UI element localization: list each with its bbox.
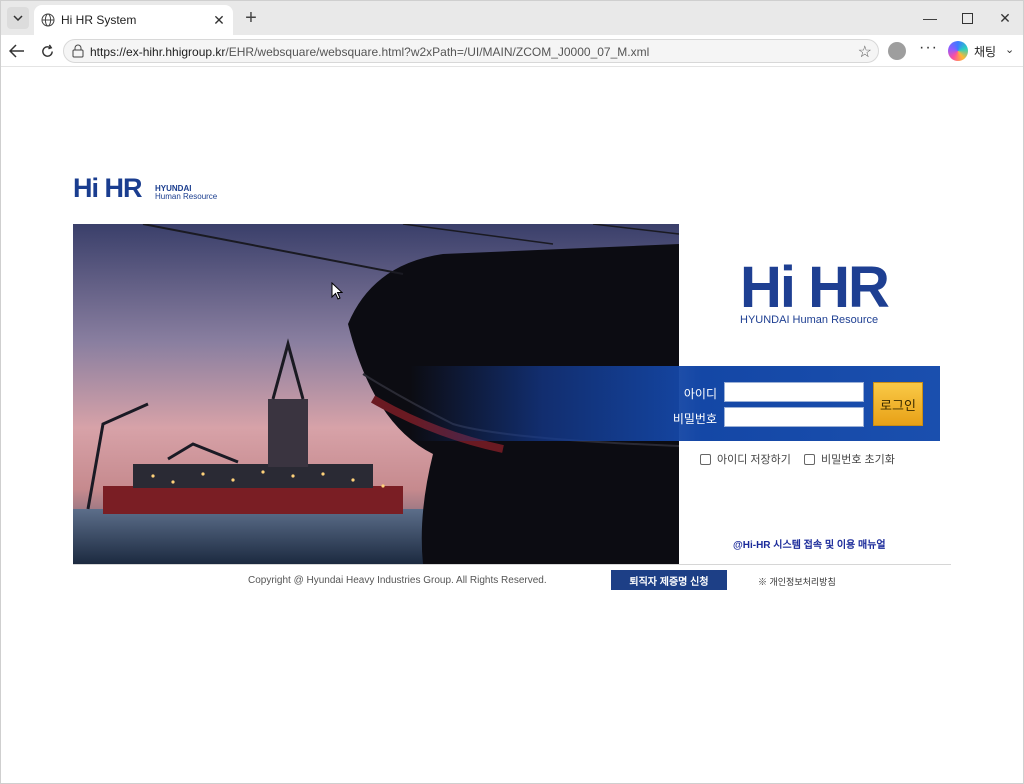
id-label: 아이디 [683, 387, 717, 401]
browser-window: Hi HR System ✕ + — ✕ https://ex-hihr.hhi… [0, 0, 1024, 784]
copilot-icon [948, 41, 968, 61]
header-logo: Hi HR HYUNDAI Human Resource [73, 175, 233, 203]
navigation-bar: https://ex-hihr.hhigroup.kr/EHR/websquar… [1, 35, 1023, 67]
address-bar[interactable]: https://ex-hihr.hhigroup.kr/EHR/websquar… [63, 39, 879, 63]
maximize-button[interactable] [956, 7, 978, 29]
logo-mark: Hi HR [73, 173, 142, 203]
chevron-down-icon [13, 15, 23, 21]
login-logo: Hi HR HYUNDAI Human Resource [740, 255, 900, 332]
copilot-button[interactable]: 채팅 [948, 41, 1008, 61]
logo-line2: Human Resource [155, 192, 218, 201]
save-id-checkbox[interactable]: 아이디 저장하기 [700, 451, 791, 467]
refresh-icon[interactable] [37, 41, 57, 61]
logo-mark-large: Hi HR [740, 255, 890, 320]
copyright-text: Copyright @ Hyundai Heavy Industries Gro… [248, 575, 547, 586]
chevron-down-icon[interactable]: ⌄ [1005, 43, 1014, 56]
reset-password-checkbox[interactable]: 비밀번호 초기화 [804, 451, 895, 467]
maximize-icon [961, 12, 973, 24]
globe-icon [41, 13, 55, 27]
reset-password-label: 비밀번호 초기화 [821, 454, 895, 466]
checkbox-box[interactable] [804, 453, 815, 465]
mouse-cursor-icon [331, 282, 343, 300]
back-icon[interactable] [7, 41, 27, 61]
retiree-certificate-button[interactable]: 퇴직자 제증명 신청 [611, 570, 727, 590]
password-input[interactable] [724, 407, 864, 427]
login-button[interactable]: 로그인 [873, 382, 923, 426]
more-menu-icon[interactable]: ··· [919, 39, 938, 57]
login-panel [410, 366, 940, 441]
copilot-label: 채팅 [974, 45, 997, 59]
tab-list-button[interactable] [7, 7, 29, 29]
logo-subtitle: HYUNDAI Human Resource [740, 314, 879, 326]
save-id-label: 아이디 저장하기 [717, 454, 791, 466]
site-info-icon[interactable] [72, 44, 84, 58]
url-text: https://ex-hihr.hhigroup.kr/EHR/websquar… [90, 45, 650, 59]
id-input[interactable] [724, 382, 864, 402]
close-tab-icon[interactable]: ✕ [212, 13, 226, 27]
new-tab-button[interactable]: + [241, 8, 261, 28]
password-label: 비밀번호 [672, 412, 717, 426]
favorite-star-icon[interactable]: ☆ [858, 42, 872, 62]
tab-strip: Hi HR System ✕ + — ✕ [1, 1, 1023, 35]
profile-avatar[interactable] [888, 42, 906, 60]
manual-link[interactable]: @Hi-HR 시스템 접속 및 이용 매뉴얼 [733, 536, 886, 551]
footer-divider [73, 564, 951, 565]
page-content: Hi HR HYUNDAI Human Resource Hi HR HYUND… [5, 67, 1021, 781]
checkbox-box[interactable] [700, 453, 711, 465]
tab-title: Hi HR System [61, 13, 137, 27]
privacy-policy-link[interactable]: ※ 개인정보처리방침 [758, 575, 836, 588]
browser-tab[interactable]: Hi HR System ✕ [34, 5, 233, 35]
close-window-button[interactable]: ✕ [994, 7, 1016, 29]
minimize-button[interactable]: — [919, 7, 941, 29]
